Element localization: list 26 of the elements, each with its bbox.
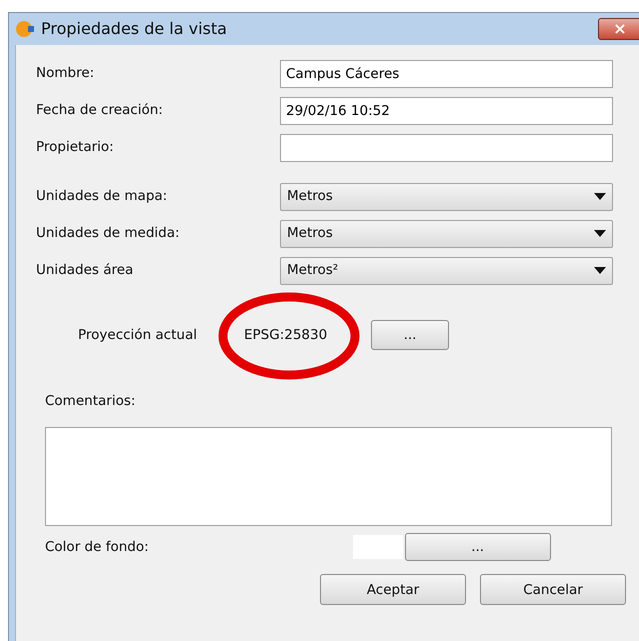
field-label: Unidades de mapa: [36,187,168,206]
app-logo-icon [15,20,35,38]
field-label: Propietario: [36,138,115,158]
field-label: Fecha de creación: [36,101,164,120]
dropdown-field[interactable]: Metros [280,220,613,248]
dialog-button[interactable]: Aceptar [320,574,466,606]
window-title: Propiedades de la vista [41,18,227,40]
text-field[interactable]: 29/02/16 10:52 [280,96,613,124]
field-label: Nombre: [36,64,96,84]
caret-icon [594,267,606,274]
projection-label: Proyección actual [78,326,197,343]
text-field[interactable] [280,134,613,162]
dropdown-field[interactable]: Metros [280,182,613,210]
field-label: Unidades área [36,261,134,280]
caret-icon [594,193,606,200]
text-field[interactable]: Campus Cáceres [280,60,613,88]
browse-button[interactable]: ... [371,320,449,350]
browse-button[interactable]: ... [404,533,551,562]
dropdown-field[interactable]: Metros² [280,256,613,284]
dialog-button[interactable]: Cancelar [480,574,626,606]
comments-field[interactable] [45,427,612,526]
field-label: Unidades de medida: [36,224,181,244]
color-label: Color de fondo: [45,538,149,558]
comments-label: Comentarios: [45,392,136,411]
projection-value: EPSG:25830 [244,326,328,343]
caret-icon [594,230,606,237]
